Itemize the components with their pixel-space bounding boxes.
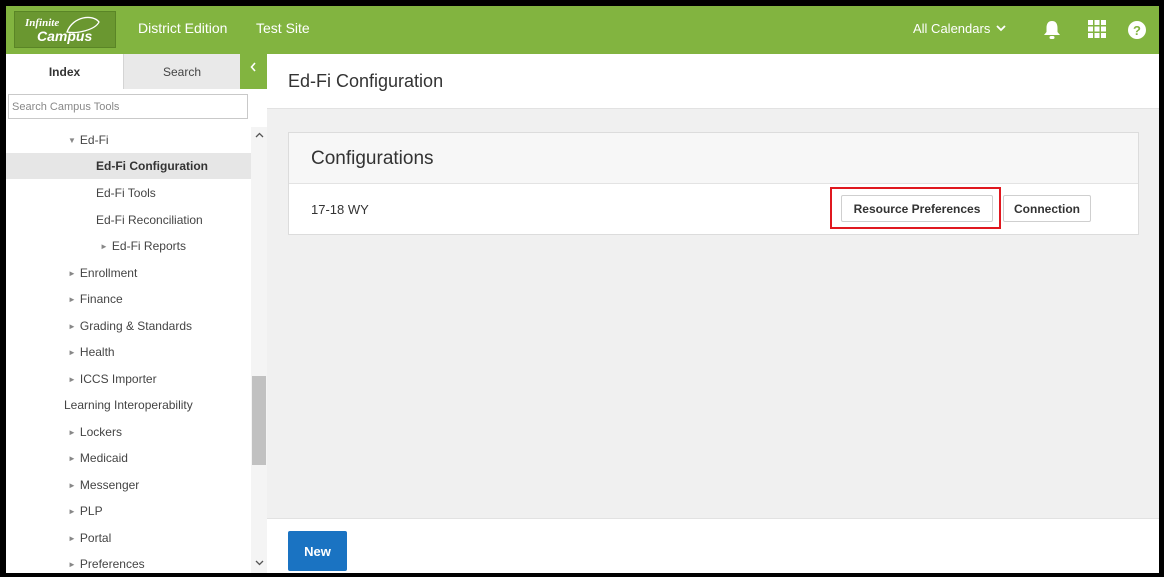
tree-item-medicaid[interactable]: ► Medicaid [6,445,251,471]
tree-item-label: Health [79,345,115,359]
tool-tree: ▼ Ed-Fi Ed-Fi Configuration Ed-Fi Tools … [6,127,251,573]
caret-right-icon: ► [68,347,76,357]
edition-label: District Edition [138,20,228,36]
sidebar: Index Search ▼ Ed-Fi Ed-Fi Configuration… [6,54,267,573]
configurations-panel: Configurations 17-18 WY Resource Prefere… [288,132,1139,235]
apps-grid-icon[interactable] [1088,20,1106,41]
tree-item-label: Medicaid [79,451,128,465]
tree-item-label: PLP [79,504,103,518]
scroll-down-arrow-icon[interactable] [251,555,267,573]
tree-item-ed-fi[interactable]: ▼ Ed-Fi [6,127,251,153]
logo-line-2: Campus [37,28,93,44]
panel-header: Configurations [289,133,1138,184]
tree-item-finance[interactable]: ► Finance [6,286,251,312]
tree-item-learning-interoperability[interactable]: Learning Interoperability [6,392,251,418]
bell-icon[interactable] [1043,20,1061,43]
tree-item-ed-fi-reconciliation[interactable]: Ed-Fi Reconciliation [6,207,251,233]
panel-title: Configurations [311,148,434,169]
app-window: Infinite Campus District Edition Test Si… [6,6,1159,573]
connection-button[interactable]: Connection [1003,195,1091,222]
help-icon[interactable]: ? [1127,20,1147,43]
tree-item-health[interactable]: ► Health [6,339,251,365]
tree-item-label: Preferences [79,557,145,571]
collapse-sidebar-button[interactable] [240,54,267,89]
tree-item-label: Ed-Fi Reports [111,239,186,253]
caret-right-icon: ► [68,559,76,569]
caret-right-icon: ► [100,241,108,251]
calendar-selector[interactable]: All Calendars [913,21,1006,36]
tree-item-label: Learning Interoperability [64,398,193,412]
top-bar: Infinite Campus District Edition Test Si… [6,6,1159,54]
tree-item-grading-standards[interactable]: ► Grading & Standards [6,313,251,339]
tree-item-label: Grading & Standards [79,319,192,333]
caret-right-icon: ► [68,321,76,331]
svg-text:?: ? [1133,23,1141,38]
tree-item-label: ICCS Importer [79,372,157,386]
tree-item-label: Finance [79,292,123,306]
configuration-name[interactable]: 17-18 WY [311,202,369,217]
tree-item-label: Ed-Fi Tools [96,186,156,200]
action-bar: New [267,518,1159,573]
tree-item-plp[interactable]: ► PLP [6,498,251,524]
caret-right-icon: ► [68,453,76,463]
tree-item-enrollment[interactable]: ► Enrollment [6,260,251,286]
tree-item-label: Messenger [79,478,140,492]
tree-item-ed-fi-tools[interactable]: Ed-Fi Tools [6,180,251,206]
tree-item-ed-fi-configuration[interactable]: Ed-Fi Configuration [6,153,251,179]
scroll-up-arrow-icon[interactable] [251,127,267,145]
sidebar-scrollbar[interactable] [251,127,267,573]
tab-search[interactable]: Search [123,54,240,89]
sidebar-tabs: Index Search [6,54,267,89]
tree-item-label: Enrollment [79,266,138,280]
caret-right-icon: ► [68,427,76,437]
page-header: Ed-Fi Configuration [267,54,1159,109]
tree-item-label: Ed-Fi [79,133,109,147]
page-title: Ed-Fi Configuration [288,71,444,91]
chevron-down-icon [996,23,1006,35]
scrollbar-thumb[interactable] [252,376,266,465]
tree-item-ed-fi-reports[interactable]: ► Ed-Fi Reports [6,233,251,259]
resource-preferences-button[interactable]: Resource Preferences [841,195,993,222]
search-campus-tools-input[interactable] [8,94,248,119]
main-content: Ed-Fi Configuration Configurations 17-18… [267,54,1159,573]
caret-right-icon: ► [68,506,76,516]
caret-right-icon: ► [68,533,76,543]
new-button[interactable]: New [288,531,347,571]
tab-index[interactable]: Index [6,54,123,89]
tree-item-portal[interactable]: ► Portal [6,525,251,551]
tree-item-lockers[interactable]: ► Lockers [6,419,251,445]
tree-item-label: Lockers [79,425,122,439]
caret-right-icon: ► [68,268,76,278]
tree-item-label: Ed-Fi Configuration [96,159,208,173]
tree-item-messenger[interactable]: ► Messenger [6,472,251,498]
caret-right-icon: ► [68,294,76,304]
tree-item-preferences[interactable]: ► Preferences [6,551,251,573]
caret-right-icon: ► [68,480,76,490]
tree-item-label: Ed-Fi Reconciliation [96,213,203,227]
site-label: Test Site [256,20,310,36]
caret-down-icon: ▼ [68,135,76,145]
tree-item-label: Portal [79,531,112,545]
calendar-selector-label: All Calendars [913,21,991,36]
tree-item-iccs-importer[interactable]: ► ICCS Importer [6,366,251,392]
caret-right-icon: ► [68,374,76,384]
chevron-left-icon [250,60,257,75]
infinite-campus-logo[interactable]: Infinite Campus [14,11,116,48]
